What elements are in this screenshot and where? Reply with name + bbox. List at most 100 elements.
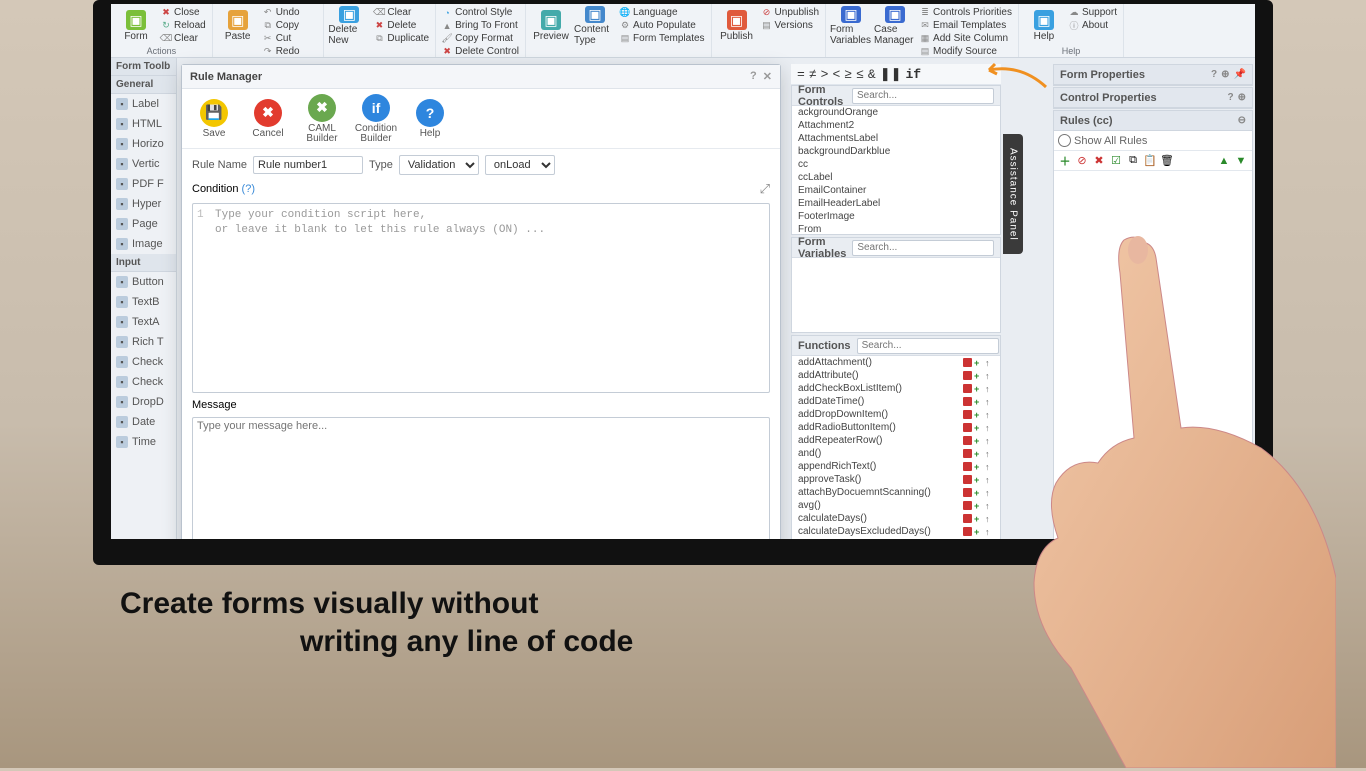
form-control-item[interactable]: FooterImage <box>792 210 1000 223</box>
toolbox-item[interactable]: ▪Time <box>111 432 176 452</box>
expand-icon[interactable]: ⊕ <box>1221 69 1229 80</box>
event-select[interactable]: onLoad <box>485 155 555 175</box>
function-item[interactable]: addAttribute()+↑ <box>792 369 1000 382</box>
rule-name-input[interactable] <box>253 156 363 174</box>
toolbox-item[interactable]: ▪Horizo <box>111 134 176 154</box>
condition-editor[interactable]: Type your condition script here, or leav… <box>192 203 770 393</box>
check-rule-icon[interactable]: ☑ <box>1109 154 1123 168</box>
disable-rule-icon[interactable]: ⊘ <box>1075 154 1089 168</box>
form-control-item[interactable]: cc <box>792 158 1000 171</box>
ribbon-button-delete-control[interactable]: ✖Delete Control <box>440 45 521 58</box>
ribbon-button-clear[interactable]: ⌫Clear <box>372 6 431 19</box>
form-control-item[interactable]: EmailHeaderLabel <box>792 197 1000 210</box>
form-control-item[interactable]: ccLabel <box>792 171 1000 184</box>
ribbon-button-support[interactable]: ☁Support <box>1067 6 1119 19</box>
dialog-toolbar-help[interactable]: ?Help <box>406 99 454 139</box>
ribbon-button-copy-format[interactable]: 🖌Copy Format <box>440 32 521 45</box>
function-item[interactable]: attachByDocuemntScanning()+↑ <box>792 486 1000 499</box>
ribbon-button-email-templates[interactable]: ✉Email Templates <box>918 19 1014 32</box>
toolbox-item[interactable]: ▪Check <box>111 352 176 372</box>
ribbon-button-help[interactable]: ▣Help <box>1023 6 1065 46</box>
toolbox-item[interactable]: ▪Label <box>111 94 176 114</box>
operator-button[interactable]: ≠ <box>809 67 817 82</box>
ribbon-button-versions[interactable]: ▤Versions <box>760 19 821 32</box>
ribbon-button-paste[interactable]: ▣Paste <box>217 6 259 46</box>
function-item[interactable]: clear()+↑ <box>792 538 1000 551</box>
form-controls-search[interactable] <box>852 88 994 104</box>
operator-button[interactable]: ≤ <box>856 67 864 82</box>
ribbon-button-close[interactable]: ✖Close <box>159 6 208 19</box>
function-item[interactable]: and()+↑ <box>792 447 1000 460</box>
function-item[interactable]: addDateTime()+↑ <box>792 395 1000 408</box>
form-control-item[interactable]: From <box>792 223 1000 234</box>
function-item[interactable]: avg()+↑ <box>792 499 1000 512</box>
help-icon[interactable]: ? <box>750 70 757 83</box>
function-item[interactable]: addRadioButtonItem()+↑ <box>792 421 1000 434</box>
function-item[interactable]: calculateDaysExcludedDays()+↑ <box>792 525 1000 538</box>
dialog-toolbar-cancel[interactable]: ✖Cancel <box>244 99 292 139</box>
form-variables-search[interactable] <box>852 240 994 256</box>
ribbon-button-unpublish[interactable]: ⊘Unpublish <box>760 6 821 19</box>
type-select[interactable]: Validation <box>399 155 479 175</box>
dialog-toolbar-condition-builder[interactable]: ifCondition Builder <box>352 94 400 144</box>
help-icon[interactable]: ? <box>1211 69 1217 80</box>
ribbon-button-about[interactable]: ⓘAbout <box>1067 19 1119 32</box>
rules-list[interactable] <box>1054 171 1252 521</box>
operator-button[interactable]: if <box>905 67 921 82</box>
paste-rule-icon[interactable]: 📋 <box>1143 154 1157 168</box>
toolbox-item[interactable]: ▪TextA <box>111 312 176 332</box>
form-control-item[interactable]: ackgroundOrange <box>792 106 1000 119</box>
ribbon-button-redo[interactable]: ↷Redo <box>261 45 320 58</box>
ribbon-button-bring-to-front[interactable]: ▲Bring To Front <box>440 19 521 32</box>
message-input[interactable] <box>192 417 770 547</box>
ribbon-button-form[interactable]: ▣Form <box>115 6 157 46</box>
ribbon-button-content-type[interactable]: ▣Content Type <box>574 6 616 46</box>
toolbox-item[interactable]: ▪Hyper <box>111 194 176 214</box>
function-item[interactable]: appendRichText()+↑ <box>792 460 1000 473</box>
toolbox-item[interactable]: ▪Rich T <box>111 332 176 352</box>
form-control-item[interactable]: Attachment2 <box>792 119 1000 132</box>
dialog-title-bar[interactable]: Rule Manager ? ✕ <box>182 65 780 89</box>
function-item[interactable]: addAttachment()+↑ <box>792 356 1000 369</box>
toolbox-item[interactable]: ▪Check <box>111 372 176 392</box>
condition-help-link[interactable]: (?) <box>242 183 255 195</box>
operator-button[interactable]: & <box>868 67 876 82</box>
function-item[interactable]: approveTask()+↑ <box>792 473 1000 486</box>
trash-icon[interactable]: 🗑 <box>1160 154 1174 168</box>
ribbon-button-duplicate[interactable]: ⧉Duplicate <box>372 32 431 45</box>
form-control-item[interactable]: EmailContainer <box>792 184 1000 197</box>
ribbon-button-reload[interactable]: ↻Reload <box>159 19 208 32</box>
ribbon-button-modify-source[interactable]: ▤Modify Source <box>918 45 1014 58</box>
operator-button[interactable]: ❚❚ <box>880 67 902 82</box>
function-item[interactable]: addRepeaterRow()+↑ <box>792 434 1000 447</box>
toolbox-item[interactable]: ▪HTML <box>111 114 176 134</box>
toolbox-item[interactable]: ▪Image <box>111 234 176 254</box>
ribbon-button-language[interactable]: 🌐Language <box>618 6 707 19</box>
operator-button[interactable]: > <box>821 67 829 82</box>
close-icon[interactable]: ✕ <box>763 70 772 83</box>
toolbox-item[interactable]: ▪Vertic <box>111 154 176 174</box>
ribbon-button-control-style[interactable]: ◔Control Style <box>440 6 521 19</box>
ribbon-button-cut[interactable]: ✂Cut <box>261 32 320 45</box>
ribbon-button-form-variables[interactable]: ▣Form Variables <box>830 6 872 46</box>
ribbon-button-auto-populate[interactable]: ⚙Auto Populate <box>618 19 707 32</box>
expand-icon[interactable]: ⊕ <box>1238 92 1246 103</box>
ribbon-button-undo[interactable]: ↶Undo <box>261 6 320 19</box>
expand-icon[interactable]: ⤢ <box>760 181 770 197</box>
operator-button[interactable]: ≥ <box>844 67 852 82</box>
move-up-icon[interactable]: ▲ <box>1217 154 1231 168</box>
toolbox-item[interactable]: ▪TextB <box>111 292 176 312</box>
function-item[interactable]: calculateDays()+↑ <box>792 512 1000 525</box>
show-all-rules-radio[interactable] <box>1058 134 1071 147</box>
ribbon-button-delete-new[interactable]: ▣Delete New <box>328 6 370 46</box>
pin-icon[interactable]: 📌 <box>1234 69 1246 80</box>
move-down-icon[interactable]: ▼ <box>1234 154 1248 168</box>
add-rule-icon[interactable]: ＋ <box>1058 154 1072 168</box>
form-control-item[interactable]: AttachmentsLabel <box>792 132 1000 145</box>
dialog-toolbar-save[interactable]: 💾Save <box>190 99 238 139</box>
ribbon-button-publish[interactable]: ▣Publish <box>716 6 758 46</box>
function-item[interactable]: addCheckBoxListItem()+↑ <box>792 382 1000 395</box>
ribbon-button-preview[interactable]: ▣Preview <box>530 6 572 46</box>
form-control-item[interactable]: backgroundDarkblue <box>792 145 1000 158</box>
form-controls-list[interactable]: ackgroundOrangeAttachment2AttachmentsLab… <box>792 106 1000 234</box>
